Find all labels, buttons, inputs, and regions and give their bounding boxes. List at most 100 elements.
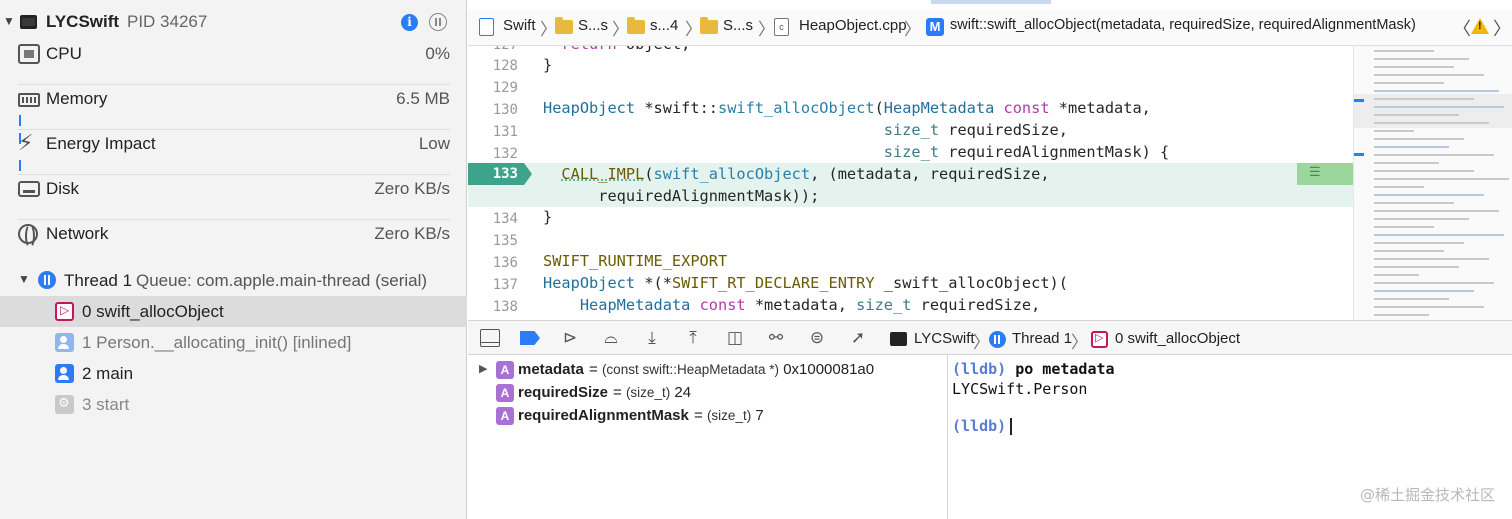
line-number: 135 (492, 233, 518, 249)
line-number: 129 (492, 80, 518, 96)
energy-icon: ⚡ (18, 131, 34, 156)
debug-breadcrumb-frame[interactable]: 0 swift_allocObject (1115, 330, 1240, 347)
variable-name: requiredAlignmentMask (518, 407, 689, 424)
debug-breadcrumb-process[interactable]: LYCSwift (914, 330, 975, 347)
code-line: HeapMetadata const *metadata, size_t req… (579, 296, 1041, 314)
user-frame-dim-icon (55, 333, 74, 352)
code-line: HeapObject *swift::swift_allocObject(Hea… (543, 99, 1151, 117)
step-into-icon[interactable]: ⤓ (642, 329, 662, 347)
minimap-marker (1354, 153, 1364, 156)
thread-row[interactable]: ▼ Thread 1 Queue: com.apple.main-thread … (0, 265, 467, 295)
code-line: } (543, 56, 553, 74)
gauge-label: CPU (46, 44, 82, 63)
code-line: CALL_IMPL(swift_allocObject, (metadata, … (561, 165, 1050, 183)
watermark: @稀土掘金技术社区 (1359, 486, 1495, 504)
gauge-cpu[interactable]: CPU 0% (0, 40, 467, 85)
breadcrumb-item[interactable]: S...s (578, 17, 608, 34)
frame-pink-icon (1091, 331, 1108, 348)
variable-name: requiredSize (518, 384, 609, 401)
gauge-value: 0% (425, 44, 450, 63)
variable-detail: = (size_t) 24 (613, 384, 692, 401)
argument-icon: A (496, 384, 514, 402)
memory-graph-icon[interactable]: ⚯ (766, 329, 786, 347)
threads-pause-icon[interactable] (429, 13, 447, 31)
variable-value: 7 (755, 407, 764, 424)
step-over-icon[interactable]: ⌓ (601, 329, 621, 347)
breadcrumb-file[interactable]: HeapObject.cpp (799, 17, 907, 34)
folder-icon (627, 17, 645, 34)
gauge-label: Disk (46, 179, 80, 198)
gauge-network[interactable]: Network Zero KB/s (0, 220, 467, 265)
memory-usage-bar (19, 113, 24, 144)
breadcrumb-item[interactable]: s...4 (650, 17, 678, 34)
console-input-line[interactable]: (lldb) (952, 417, 1012, 435)
chevron-left-icon[interactable]: 〈 (1453, 15, 1471, 41)
current-line-number: 133 (492, 166, 518, 182)
gauge-value: Zero KB/s (374, 224, 450, 243)
console-prompt: (lldb) (952, 417, 1007, 435)
folder-icon (555, 17, 573, 34)
frame-label: 2 main (82, 364, 134, 383)
line-number: 132 (492, 146, 518, 162)
breakpoints-toggle-icon[interactable] (520, 331, 540, 345)
gauge-label: Memory (46, 89, 108, 108)
method-icon: M (926, 18, 944, 36)
hide-debug-area-icon[interactable] (480, 329, 500, 347)
gauge-energy[interactable]: ⚡ Energy Impact Low (0, 130, 467, 175)
user-frame-icon (55, 364, 74, 383)
chevron-right-icon: 〉 (904, 20, 921, 39)
line-number: 134 (492, 211, 518, 227)
continue-icon[interactable]: ⊳ (560, 329, 580, 347)
gauge-label: Energy Impact (46, 134, 156, 153)
process-icon (890, 332, 907, 346)
argument-icon: A (496, 407, 514, 425)
console-prompt: (lldb) (952, 360, 1007, 378)
network-icon (18, 224, 38, 248)
source-editor[interactable]: 133 ☰ 127 return object; 128 } 129 130 H… (468, 46, 1353, 320)
breadcrumb-symbol[interactable]: swift::swift_allocObject(metadata, requi… (950, 17, 1416, 33)
stack-frame-2[interactable]: 2 main (0, 358, 467, 389)
disclosure-triangle-icon[interactable]: ▼ (18, 272, 30, 286)
console-output: LYCSwift.Person (952, 380, 1088, 398)
thread-name: Thread 1 (64, 271, 133, 290)
stack-frame-1[interactable]: 1 Person.__allocating_init() [inlined] (0, 327, 467, 358)
step-out-icon[interactable]: ⤒ (683, 329, 703, 347)
energy-usage-bar (19, 158, 24, 171)
variable-type: (const swift::HeapMetadata *) (601, 362, 780, 377)
disclosure-triangle-icon[interactable]: ▼ (3, 14, 15, 28)
tab-indicator (931, 0, 1051, 4)
minimap-marker (1354, 99, 1364, 102)
breadcrumb-item[interactable]: S...s (723, 17, 753, 34)
line-number: 131 (492, 124, 518, 140)
stack-frame-0[interactable]: 0 swift_allocObject (0, 296, 467, 327)
breadcrumb-item[interactable]: Swift (503, 17, 536, 34)
line-number: 128 (492, 58, 518, 74)
view-hierarchy-icon[interactable]: ◫ (725, 329, 745, 347)
simulate-location-icon[interactable]: ➚ (848, 329, 868, 347)
chevron-right-icon[interactable]: 〉 (1493, 15, 1511, 41)
text-cursor (1010, 418, 1012, 435)
info-icon[interactable]: i (401, 14, 418, 31)
disclosure-triangle-icon[interactable]: ▶ (479, 362, 487, 375)
debug-breadcrumb-thread[interactable]: Thread 1 (1012, 330, 1072, 347)
lldb-console[interactable]: (lldb) po metadata LYCSwift.Person (lldb… (949, 355, 1512, 519)
console-command: po metadata (1015, 360, 1115, 378)
process-row[interactable]: ▼ LYCSwift PID 34267 i (0, 6, 467, 42)
hamburger-icon: ☰ (1309, 165, 1321, 180)
instruction-pointer-badge[interactable]: ☰ (1297, 163, 1353, 185)
gauge-memory[interactable]: Memory 6.5 MB (0, 85, 467, 144)
cpp-file-icon: c (774, 18, 789, 36)
debug-bar: ⊳ ⌓ ⤓ ⤒ ◫ ⚯ ⊜ ➚ LYCSwift 〉 Thread 1 〉 0 … (468, 320, 1512, 355)
variable-type: (size_t) (625, 385, 671, 400)
gauge-disk[interactable]: Disk Zero KB/s (0, 175, 467, 220)
minimap[interactable] (1353, 46, 1512, 320)
chevron-right-icon: 〉 (973, 333, 990, 352)
variable-name: metadata (518, 361, 584, 378)
warning-icon[interactable] (1471, 18, 1489, 34)
variable-type: (size_t) (706, 408, 752, 423)
variables-view: ▶ A metadata = (const swift::HeapMetadat… (468, 355, 948, 519)
environment-overrides-icon[interactable]: ⊜ (807, 329, 827, 347)
code-line: HeapObject *(*SWIFT_RT_DECLARE_ENTRY _sw… (543, 274, 1068, 292)
stack-frame-3[interactable]: 3 start (0, 389, 467, 420)
terminal-app-icon (20, 15, 37, 29)
